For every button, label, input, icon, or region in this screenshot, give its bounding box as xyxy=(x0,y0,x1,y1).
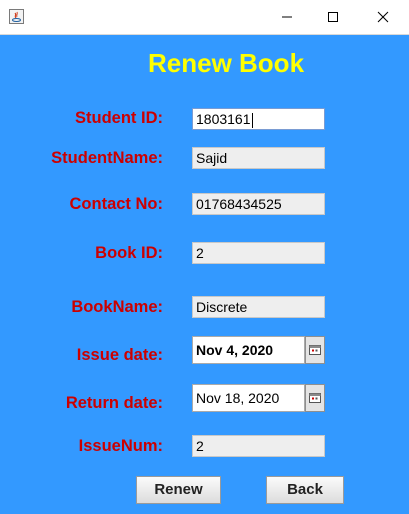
maximize-icon xyxy=(328,12,338,22)
student-id-label: Student ID: xyxy=(75,109,163,127)
issue-num-label: IssueNum: xyxy=(78,437,163,455)
minimize-button[interactable] xyxy=(264,0,310,34)
close-button[interactable] xyxy=(360,0,406,34)
book-id-label: Book ID: xyxy=(95,244,163,262)
title-bar xyxy=(0,0,409,35)
student-id-value: 1803161 xyxy=(196,111,251,127)
book-id-field[interactable]: 2 xyxy=(192,242,325,264)
text-caret xyxy=(251,112,253,128)
return-date-field[interactable]: Nov 18, 2020 xyxy=(192,384,305,412)
student-name-label: StudentName: xyxy=(51,149,163,167)
maximize-button[interactable] xyxy=(310,0,356,34)
renew-button[interactable]: Renew xyxy=(136,476,221,504)
java-app-icon xyxy=(9,9,24,24)
contact-no-label: Contact No: xyxy=(69,195,164,213)
contact-no-field[interactable]: 01768434525 xyxy=(192,193,325,215)
return-date-picker-button[interactable] xyxy=(305,384,325,412)
close-icon xyxy=(377,11,389,23)
return-date-label: Return date: xyxy=(65,394,163,412)
calendar-icon xyxy=(309,393,321,403)
book-name-label: BookName: xyxy=(71,298,163,316)
back-button[interactable]: Back xyxy=(266,476,344,504)
issue-date-picker-button[interactable] xyxy=(305,336,325,364)
student-name-field[interactable]: Sajid xyxy=(192,147,325,169)
page-title: Renew Book xyxy=(148,48,305,78)
issue-date-label: Issue date: xyxy=(76,346,163,364)
issue-date-field[interactable]: Nov 4, 2020 xyxy=(192,336,305,364)
calendar-icon xyxy=(309,345,321,355)
minimize-icon xyxy=(282,16,292,18)
book-name-field[interactable]: Discrete xyxy=(192,296,325,318)
student-id-input[interactable]: 1803161 xyxy=(192,108,325,130)
issue-num-field[interactable]: 2 xyxy=(192,435,325,457)
